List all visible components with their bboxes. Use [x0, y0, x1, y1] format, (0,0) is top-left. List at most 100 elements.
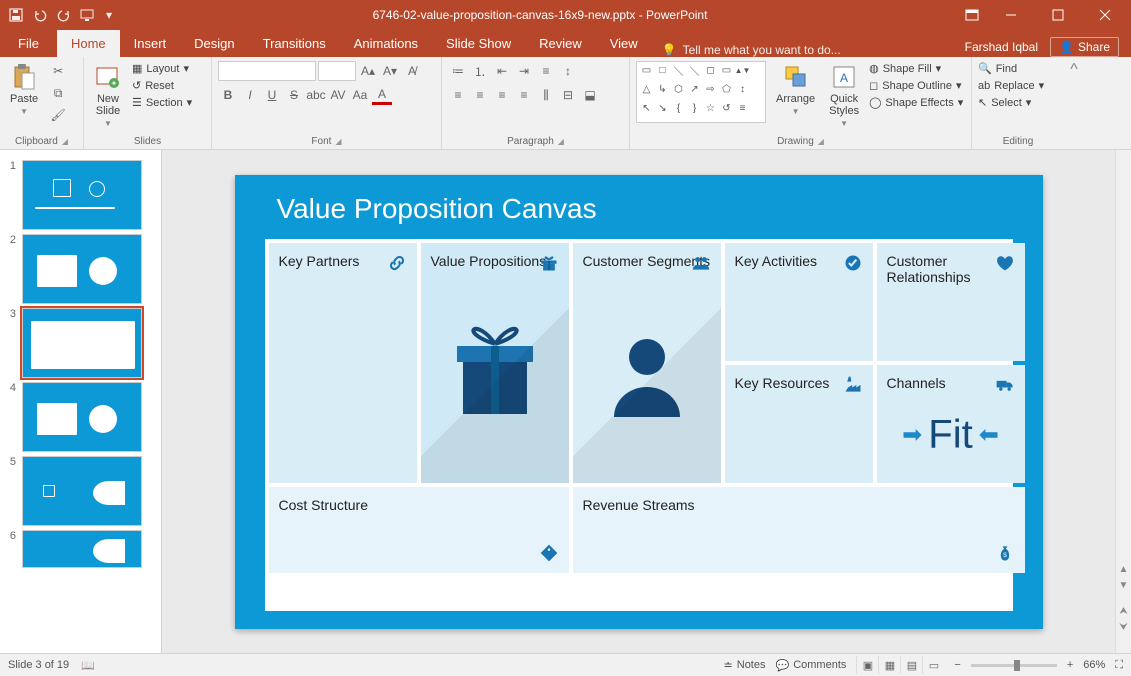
spell-check-icon[interactable]: 📖 [81, 659, 95, 672]
tab-file[interactable]: File [0, 30, 57, 57]
comments-button[interactable]: 💬Comments [776, 659, 847, 672]
section-button[interactable]: ☰Section▾ [132, 95, 192, 110]
normal-view-button[interactable]: ▣ [856, 656, 878, 674]
slide-thumbnail-1[interactable] [22, 160, 142, 230]
paste-button[interactable]: Paste ▼ [6, 61, 42, 118]
zoom-slider[interactable] [971, 664, 1057, 667]
reset-button[interactable]: ↺Reset [132, 78, 192, 93]
arrange-button[interactable]: Arrange▼ [772, 61, 819, 118]
tab-review[interactable]: Review [525, 30, 596, 57]
slide-thumbnail-panel[interactable]: 1 2 3 4 5 6 [0, 150, 162, 653]
align-right-button[interactable]: ≡ [492, 85, 512, 105]
tell-me-search[interactable]: 💡 Tell me what you want to do... [652, 43, 851, 57]
justify-button[interactable]: ≡ [514, 85, 534, 105]
tab-transitions[interactable]: Transitions [249, 30, 340, 57]
slide-thumbnail-2[interactable] [22, 234, 142, 304]
tab-animations[interactable]: Animations [340, 30, 432, 57]
font-name-input[interactable] [218, 61, 316, 81]
bullets-button[interactable]: ≔ [448, 61, 468, 81]
align-left-button[interactable]: ≡ [448, 85, 468, 105]
clear-formatting-button[interactable]: A̸ [402, 61, 422, 81]
decrease-font-button[interactable]: A▾ [380, 61, 400, 81]
italic-button[interactable]: I [240, 85, 260, 105]
tab-view[interactable]: View [596, 30, 652, 57]
clipboard-dialog-launcher[interactable]: ◢ [62, 137, 68, 146]
columns-button[interactable]: ⫼ [536, 85, 556, 105]
close-button[interactable] [1082, 1, 1127, 29]
bold-button[interactable]: B [218, 85, 238, 105]
reading-view-button[interactable]: ▤ [900, 656, 922, 674]
share-button[interactable]: 👤 Share [1050, 37, 1119, 57]
select-button[interactable]: ↖Select▾ [978, 95, 1044, 110]
slide-thumbnail-3[interactable] [22, 308, 142, 378]
cell-key-activities[interactable]: Key Activities [725, 243, 873, 361]
qat-customize-icon[interactable]: ▾ [104, 7, 114, 23]
smartart-button[interactable]: ⬓ [580, 85, 600, 105]
zoom-percent[interactable]: 66% [1083, 659, 1105, 671]
collapse-ribbon-button[interactable]: ^ [1064, 57, 1084, 149]
drawing-dialog-launcher[interactable]: ◢ [818, 137, 824, 146]
quick-styles-button[interactable]: A Quick Styles▼ [825, 61, 863, 130]
scroll-up-icon[interactable]: ▲ [1118, 563, 1130, 575]
vertical-scrollbar[interactable]: ▲ ▼ ⮝ ⮟ [1115, 150, 1131, 653]
decrease-indent-button[interactable]: ⇤ [492, 61, 512, 81]
slide-thumbnail-4[interactable] [22, 382, 142, 452]
scroll-down-icon[interactable]: ▼ [1118, 579, 1130, 591]
font-color-button[interactable]: A [372, 85, 392, 105]
paragraph-dialog-launcher[interactable]: ◢ [558, 137, 564, 146]
fit-to-window-button[interactable]: ⛶ [1115, 659, 1123, 672]
line-spacing-button[interactable]: ≡ [536, 61, 556, 81]
maximize-button[interactable] [1035, 1, 1080, 29]
ribbon-display-options-icon[interactable] [958, 1, 986, 29]
char-spacing-button[interactable]: AV [328, 85, 348, 105]
layout-button[interactable]: ▦Layout▾ [132, 61, 192, 76]
replace-button[interactable]: abReplace▾ [978, 78, 1044, 93]
tab-home[interactable]: Home [57, 30, 120, 57]
slideshow-view-button[interactable]: ▭ [922, 656, 944, 674]
align-center-button[interactable]: ≡ [470, 85, 490, 105]
start-from-beginning-icon[interactable] [80, 7, 96, 23]
shadow-button[interactable]: abc [306, 85, 326, 105]
cell-value-propositions[interactable]: Value Propositions [421, 243, 569, 483]
cut-button[interactable]: ✂ [48, 61, 68, 81]
shape-fill-button[interactable]: ◍Shape Fill▾ [869, 61, 963, 76]
font-size-input[interactable] [318, 61, 356, 81]
copy-button[interactable]: ⧉ [48, 83, 68, 103]
minimize-button[interactable] [988, 1, 1033, 29]
cell-key-partners[interactable]: Key Partners [269, 243, 417, 483]
slide[interactable]: Value Proposition Canvas Key Partners Ke… [235, 175, 1043, 629]
user-name[interactable]: Farshad Iqbal [965, 40, 1038, 54]
next-slide-icon[interactable]: ⮟ [1118, 621, 1130, 633]
cell-revenue-streams[interactable]: Revenue Streams $ [573, 487, 1025, 573]
tab-insert[interactable]: Insert [120, 30, 181, 57]
undo-icon[interactable] [32, 7, 48, 23]
cell-channels[interactable]: Channels ➡ Fit ⬅ [877, 365, 1025, 483]
numbering-button[interactable]: ⒈ [470, 61, 490, 81]
align-text-button[interactable]: ⊟ [558, 85, 578, 105]
shape-effects-button[interactable]: ◯Shape Effects▾ [869, 95, 963, 110]
text-direction-button[interactable]: ↕ [558, 61, 578, 81]
shape-outline-button[interactable]: ◻Shape Outline▾ [869, 78, 963, 93]
zoom-in-button[interactable]: + [1067, 659, 1073, 671]
slide-thumbnail-6[interactable] [22, 530, 142, 568]
notes-button[interactable]: ≐Notes [724, 659, 766, 672]
strikethrough-button[interactable]: S [284, 85, 304, 105]
sorter-view-button[interactable]: ▦ [878, 656, 900, 674]
format-painter-button[interactable]: 🖌 [48, 105, 68, 125]
slide-counter[interactable]: Slide 3 of 19 [8, 659, 69, 671]
redo-icon[interactable] [56, 7, 72, 23]
find-button[interactable]: 🔍Find [978, 61, 1044, 76]
prev-slide-icon[interactable]: ⮝ [1118, 605, 1130, 617]
zoom-out-button[interactable]: − [954, 659, 960, 671]
save-icon[interactable] [8, 7, 24, 23]
new-slide-button[interactable]: ✦ New Slide ▼ [90, 61, 126, 130]
cell-key-resources[interactable]: Key Resources [725, 365, 873, 483]
cell-customer-segments[interactable]: Customer Segments [573, 243, 721, 483]
tab-slideshow[interactable]: Slide Show [432, 30, 525, 57]
change-case-button[interactable]: Aa [350, 85, 370, 105]
underline-button[interactable]: U [262, 85, 282, 105]
tab-design[interactable]: Design [180, 30, 248, 57]
font-dialog-launcher[interactable]: ◢ [335, 137, 341, 146]
increase-font-button[interactable]: A▴ [358, 61, 378, 81]
slide-title[interactable]: Value Proposition Canvas [277, 193, 597, 225]
